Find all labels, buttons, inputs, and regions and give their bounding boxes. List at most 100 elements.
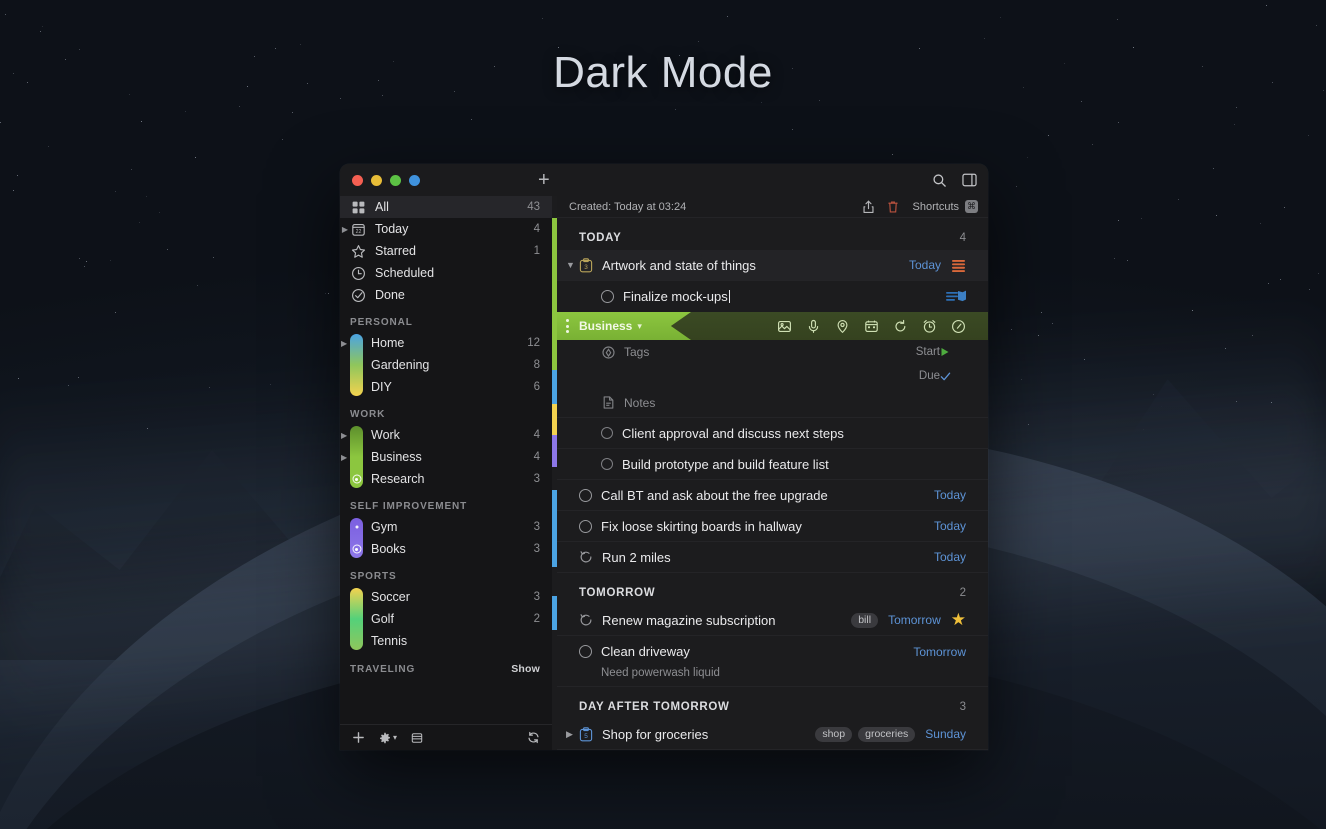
sidebar-list-work[interactable]: ▶Work4 [340,424,552,446]
disclosure-triangle[interactable]: ▶ [341,225,349,234]
maximize-button[interactable] [390,175,401,186]
disclosure-expanded-icon[interactable]: ▼ [566,260,575,270]
repeat-task-icon[interactable] [579,613,593,627]
gear-icon[interactable]: ▾ [379,732,397,744]
sidebar-group-show-button[interactable]: Show [511,663,540,675]
task-checkbox[interactable] [601,458,613,470]
sidebar-item-all[interactable]: All43 [340,196,552,218]
star-icon[interactable]: ★ [951,610,966,630]
refresh-icon[interactable] [527,731,540,744]
sidebar-group-title: SPORTS [350,571,397,582]
task-row-project[interactable]: ▼3Artwork and state of thingsToday [557,250,988,281]
start-date-label[interactable]: Start [876,346,940,358]
list-color-swatch [350,519,363,536]
sidebar-list-business[interactable]: ▶Business4 [340,446,552,468]
sidebar-list-research[interactable]: Research3 [340,468,552,490]
sidebar-group-title: TRAVELING [350,664,415,675]
sidebar-list-gardening[interactable]: Gardening8 [340,354,552,376]
sidebar-item-done[interactable]: Done [340,284,552,306]
task-due-label[interactable]: Today [934,519,966,533]
image-icon[interactable] [777,319,792,334]
list-assignment-flag[interactable]: Business▾ [557,312,691,340]
sidebar-list-diy[interactable]: DIY6 [340,376,552,398]
check-icon[interactable] [940,371,966,382]
disclosure-collapsed-icon[interactable]: ▶ [566,729,573,740]
task-row[interactable]: Renew magazine subscriptionbillTomorrow★ [557,605,988,636]
sidebar-list-books[interactable]: Books3 [340,538,552,560]
disclosure-triangle[interactable]: ▶ [341,431,347,440]
chevron-down-icon[interactable]: ▾ [637,321,642,332]
sidebar-item-scheduled[interactable]: Scheduled [340,262,552,284]
drag-handle-icon[interactable] [566,319,569,333]
due-date-label[interactable]: Due [876,370,940,382]
sidebar-scroll[interactable]: All43▶22Today4Starred1ScheduledDonePERSO… [340,196,552,724]
sidebar-list-golf[interactable]: Golf2 [340,608,552,630]
notes-orange-icon[interactable] [951,259,966,272]
notes-blue-flag-icon[interactable] [946,290,966,304]
task-tag[interactable]: bill [851,613,878,628]
task-row[interactable]: Run 2 milesToday [557,542,988,573]
duration-icon[interactable] [951,319,966,334]
task-title: Client approval and discuss next steps [622,426,966,441]
task-due-label[interactable]: Today [909,258,941,272]
sidebar-list-tennis[interactable]: Tennis [340,630,552,652]
microphone-icon[interactable] [806,319,821,334]
task-row-project-collapsed[interactable]: ▶5Shop for groceriesshopgroceriesSunday [557,719,988,750]
sidebar-list-gym[interactable]: Gym3 [340,516,552,538]
calendar-day-icon[interactable] [864,319,879,334]
sidebar-item-starred[interactable]: Starred1 [340,240,552,262]
location-icon[interactable] [835,319,850,334]
task-row-editing[interactable]: Finalize mock-ups [557,281,988,312]
task-due-label[interactable]: Today [934,550,966,564]
calendar-icon: 22 [350,221,367,238]
task-checkbox[interactable] [601,290,614,303]
task-due-label[interactable]: Tomorrow [913,645,966,659]
sidebar-item-label: All [375,200,527,214]
task-title: Shop for groceries [602,727,809,742]
trash-icon[interactable] [887,200,899,214]
disclosure-triangle[interactable]: ▶ [341,453,347,462]
task-attr-notes[interactable]: Notes [557,388,988,418]
task-row-subtask[interactable]: Build prototype and build feature list [557,449,988,480]
task-attribute-icons [777,319,988,334]
task-row[interactable]: Call BT and ask about the free upgradeTo… [557,480,988,511]
search-icon[interactable] [930,171,948,189]
repeat-icon[interactable] [893,319,908,334]
add-task-button[interactable]: + [538,170,550,190]
task-title-input[interactable]: Finalize mock-ups [623,289,936,304]
panel-right-icon[interactable] [960,171,978,189]
task-attr-due[interactable]: Due [557,364,988,388]
task-checkbox[interactable] [579,645,592,658]
sidebar-item-today[interactable]: ▶22Today4 [340,218,552,240]
close-button[interactable] [352,175,363,186]
alarm-icon[interactable] [922,319,937,334]
repeat-task-icon[interactable] [579,550,593,564]
shortcuts-label[interactable]: Shortcuts [913,201,959,213]
task-attr-tags[interactable]: TagsStart [557,340,988,364]
disclosure-triangle[interactable]: ▶ [341,339,347,348]
svg-text:3: 3 [584,264,588,271]
sidebar-list-count: 2 [534,613,540,625]
task-row-subtask[interactable]: Client approval and discuss next steps [557,418,988,449]
task-due-label[interactable]: Tomorrow [888,613,941,627]
play-icon[interactable] [940,347,966,357]
task-due-label[interactable]: Today [934,488,966,502]
sidebar-list-soccer[interactable]: Soccer3 [340,586,552,608]
window-titlebar: + [340,164,988,196]
task-checkbox[interactable] [601,427,613,439]
task-row[interactable]: Clean drivewayTomorrow [557,636,988,667]
task-list[interactable]: TODAY4▼3Artwork and state of thingsToday… [557,218,988,750]
sidebar-list-home[interactable]: ▶Home12 [340,332,552,354]
extra-button[interactable] [409,175,420,186]
sidebar-list-label: Business [371,450,534,464]
task-row[interactable]: Fix loose skirting boards in hallwayToda… [557,511,988,542]
task-tag[interactable]: shop [815,727,852,742]
task-checkbox[interactable] [579,489,592,502]
task-tag[interactable]: groceries [858,727,915,742]
share-icon[interactable] [862,200,875,214]
minimize-button[interactable] [371,175,382,186]
plus-icon[interactable] [352,731,365,744]
list-view-icon[interactable] [411,732,423,744]
task-due-label[interactable]: Sunday [925,727,966,741]
task-checkbox[interactable] [579,520,592,533]
